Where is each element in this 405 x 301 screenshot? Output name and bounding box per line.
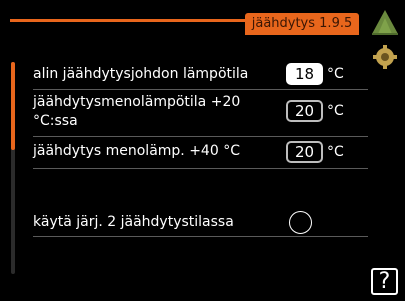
setting-label: käytä järj. 2 jäähdytystilassa <box>33 214 234 230</box>
unit-label: °C <box>327 103 344 119</box>
setting-label: alin jäähdytysjohdon lämpötila <box>33 66 249 82</box>
system2-cooling-radio[interactable] <box>289 211 312 234</box>
setting-row-supply-temp-40[interactable]: jäähdytys menolämp. +40 °C 20 °C <box>33 139 368 169</box>
gear-icon[interactable] <box>372 44 398 70</box>
setting-row-supply-temp-20[interactable]: jäähdytysmenolämpötila +20 °C:ssa 20 °C <box>33 92 368 137</box>
unit-label: °C <box>327 144 344 160</box>
help-button[interactable]: ? <box>371 268 398 295</box>
cooling-settings-screen: jäähdytys 1.9.5 alin jäähdytysjohdon läm… <box>0 0 405 301</box>
menu-title: jäähdytys 1.9.5 <box>245 13 359 35</box>
supply-temp-20-value[interactable]: 20 <box>286 100 323 122</box>
setting-row-system2-cooling[interactable]: käytä järj. 2 jäähdytystilassa <box>33 208 368 237</box>
setting-label-line2: °C:ssa <box>33 113 78 129</box>
setting-row-min-supply-temp[interactable]: alin jäähdytysjohdon lämpötila 18 °C <box>33 61 368 90</box>
min-supply-temp-value[interactable]: 18 <box>286 63 323 85</box>
scrollbar-thumb[interactable] <box>11 62 15 150</box>
setting-label: jäähdytys menolämp. +40 °C <box>33 143 240 159</box>
header-line <box>10 19 246 22</box>
setting-label-line1: jäähdytysmenolämpötila +20 <box>33 94 241 110</box>
home-icon[interactable] <box>370 6 400 36</box>
supply-temp-40-value[interactable]: 20 <box>286 141 323 163</box>
unit-label: °C <box>327 66 344 82</box>
